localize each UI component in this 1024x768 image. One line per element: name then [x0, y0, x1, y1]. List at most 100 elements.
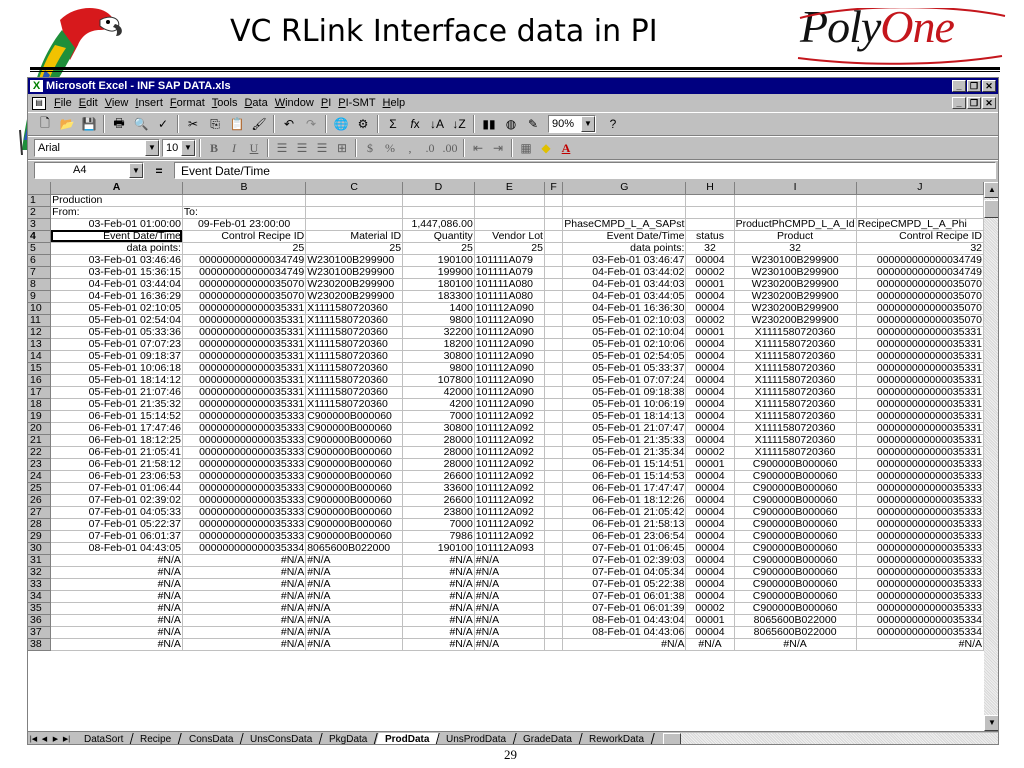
cell-d[interactable]: #N/A [402, 566, 475, 579]
cell-j[interactable]: 000000000000035331 [856, 374, 984, 387]
increase-decimal-icon[interactable]: .0 [420, 138, 440, 158]
cell-i[interactable]: C900000B000060 [734, 494, 857, 507]
cell-j[interactable]: 000000000000035333 [856, 494, 984, 507]
column-header-g[interactable]: G [562, 182, 687, 195]
cell-h[interactable]: 00004 [685, 434, 735, 447]
cell-g[interactable]: 06-Feb-01 15:14:53 [562, 470, 687, 483]
cell-g[interactable]: 05-Feb-01 18:14:13 [562, 410, 687, 423]
row-header[interactable]: 34 [28, 590, 52, 603]
cell-h[interactable]: 00002 [685, 314, 735, 327]
cell-h[interactable]: 00004 [685, 422, 735, 435]
cell-i[interactable]: X1111580720360 [734, 362, 857, 375]
cell-c[interactable]: C900000B000060 [305, 530, 404, 543]
cell-i[interactable]: C900000B000060 [734, 530, 857, 543]
cell-f[interactable] [544, 278, 564, 291]
cell-g[interactable]: 05-Feb-01 05:33:37 [562, 362, 687, 375]
row-header[interactable]: 26 [28, 494, 52, 507]
cell-h[interactable]: 00004 [685, 530, 735, 543]
cell-b[interactable]: #N/A [182, 578, 307, 591]
cell-j[interactable]: 000000000000035070 [856, 302, 984, 315]
first-sheet-icon[interactable]: |◀ [28, 733, 39, 745]
decrease-decimal-icon[interactable]: .00 [440, 138, 460, 158]
cell-f[interactable] [544, 446, 564, 459]
cell-c[interactable]: C900000B000060 [305, 470, 404, 483]
cell-f[interactable] [544, 410, 564, 423]
row-header[interactable]: 37 [28, 626, 52, 639]
row-header[interactable]: 10 [28, 302, 52, 315]
menu-pi-smt[interactable]: PI-SMT [336, 97, 380, 109]
row-header[interactable]: 11 [28, 314, 52, 327]
cell-b[interactable]: #N/A [182, 626, 307, 639]
column-header-j[interactable]: J [856, 182, 984, 195]
cell-c[interactable]: W230100B299900 [305, 254, 404, 267]
cell-i[interactable]: X1111580720360 [734, 386, 857, 399]
cell-b[interactable]: 000000000000035333 [182, 434, 307, 447]
cell-a[interactable]: 05-Feb-01 05:33:36 [50, 326, 183, 339]
row-header[interactable]: 13 [28, 338, 52, 351]
cell-j[interactable]: 000000000000035070 [856, 314, 984, 327]
row-header[interactable]: 28 [28, 518, 52, 531]
cell-d[interactable]: 42000 [402, 386, 475, 399]
cell-g[interactable]: 07-Feb-01 06:01:38 [562, 590, 687, 603]
row-header[interactable]: 25 [28, 482, 52, 495]
cell-f[interactable] [544, 506, 564, 519]
row-header[interactable]: 22 [28, 446, 52, 459]
cell-d[interactable] [402, 206, 475, 219]
cell-c[interactable]: #N/A [305, 590, 404, 603]
cell-h[interactable]: 00004 [685, 554, 735, 567]
cell-c[interactable]: 25 [305, 242, 404, 255]
cell-h[interactable]: 00004 [685, 470, 735, 483]
cell-d[interactable]: Quantity [402, 230, 475, 243]
cell-g[interactable]: 05-Feb-01 21:35:34 [562, 446, 687, 459]
cell-i[interactable]: C900000B000060 [734, 566, 857, 579]
cell-b[interactable]: 000000000000035333 [182, 422, 307, 435]
cell-i[interactable]: X1111580720360 [734, 422, 857, 435]
cell-c[interactable]: #N/A [305, 638, 404, 651]
cell-d[interactable]: 4200 [402, 398, 475, 411]
cell-e[interactable]: 101112A090 [474, 374, 545, 387]
redo-icon[interactable]: ↷ [300, 114, 322, 134]
cell-i[interactable]: X1111580720360 [734, 446, 857, 459]
cell-d[interactable]: 28000 [402, 434, 475, 447]
formula-input[interactable]: Event Date/Time [174, 162, 996, 179]
row-header[interactable]: 38 [28, 638, 52, 651]
cell-c[interactable]: C900000B000060 [305, 518, 404, 531]
cell-a[interactable]: #N/A [50, 566, 183, 579]
cell-i[interactable]: X1111580720360 [734, 350, 857, 363]
comma-icon[interactable]: , [400, 138, 420, 158]
cell-g[interactable]: 07-Feb-01 02:39:03 [562, 554, 687, 567]
row-header[interactable]: 7 [28, 266, 52, 279]
cell-e[interactable]: 101111A080 [474, 278, 545, 291]
cell-f[interactable] [544, 590, 564, 603]
row-header[interactable]: 15 [28, 362, 52, 375]
horizontal-scroll-thumb[interactable] [663, 732, 682, 744]
cell-i[interactable]: X1111580720360 [734, 434, 857, 447]
cell-i[interactable]: C900000B000060 [734, 518, 857, 531]
drawing-icon[interactable]: ✎ [522, 114, 544, 134]
cell-a[interactable]: data points: [50, 242, 183, 255]
row-header[interactable]: 23 [28, 458, 52, 471]
cell-i[interactable]: W230100B299900 [734, 254, 857, 267]
row-header[interactable]: 6 [28, 254, 52, 267]
cell-d[interactable]: 190100 [402, 542, 475, 555]
cell-h[interactable]: 00001 [685, 614, 735, 627]
cell-e[interactable]: 101112A090 [474, 350, 545, 363]
horizontal-scrollbar[interactable] [663, 732, 998, 744]
cell-f[interactable] [544, 566, 564, 579]
bold-icon[interactable]: B [204, 138, 224, 158]
cell-i[interactable]: C900000B000060 [734, 458, 857, 471]
cell-j[interactable]: 000000000000035333 [856, 482, 984, 495]
cell-h[interactable]: 00004 [685, 518, 735, 531]
cell-b[interactable]: 000000000000035331 [182, 398, 307, 411]
print-preview-icon[interactable]: 🔍 [130, 114, 152, 134]
cell-a[interactable]: #N/A [50, 626, 183, 639]
cell-a[interactable]: #N/A [50, 602, 183, 615]
cell-f[interactable] [544, 614, 564, 627]
cell-a[interactable]: 05-Feb-01 10:06:18 [50, 362, 183, 375]
cell-a[interactable]: 06-Feb-01 21:58:12 [50, 458, 183, 471]
cell-g[interactable]: 07-Feb-01 05:22:38 [562, 578, 687, 591]
cell-b[interactable]: #N/A [182, 614, 307, 627]
cell-b[interactable]: 000000000000034749 [182, 254, 307, 267]
copy-icon[interactable]: ⎘ [204, 114, 226, 134]
cell-f[interactable] [544, 494, 564, 507]
